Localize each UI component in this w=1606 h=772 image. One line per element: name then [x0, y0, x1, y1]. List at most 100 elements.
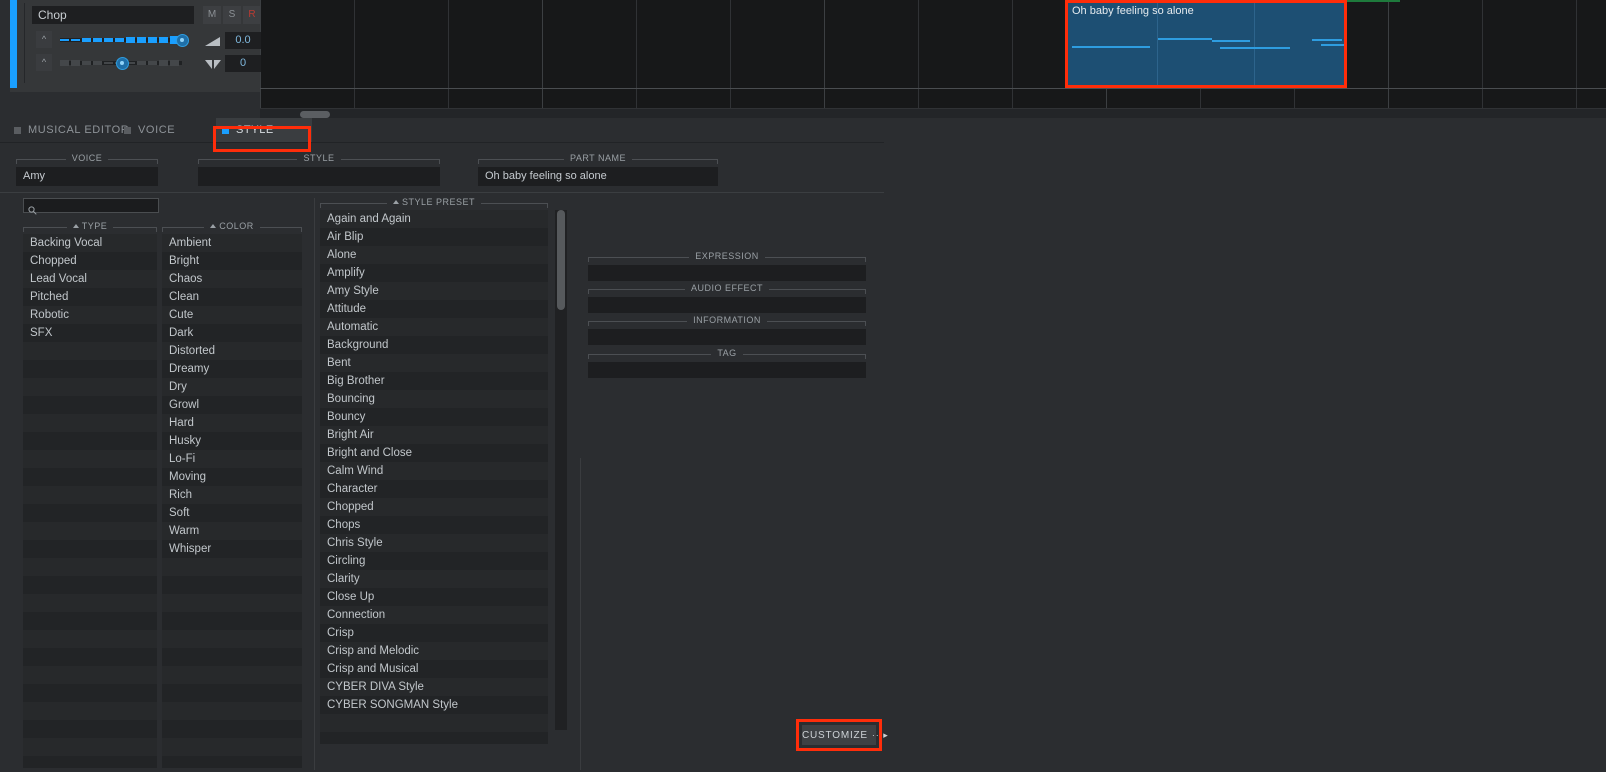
- list-item[interactable]: [23, 414, 157, 432]
- customize-button[interactable]: CUSTOMIZE ···▸: [802, 725, 888, 745]
- sort-ascending-icon[interactable]: [210, 223, 217, 228]
- style-field[interactable]: [198, 167, 440, 186]
- list-item[interactable]: [162, 576, 302, 594]
- list-item[interactable]: [162, 738, 302, 756]
- search-input[interactable]: [23, 198, 159, 215]
- list-item[interactable]: Distorted: [162, 342, 302, 360]
- list-item[interactable]: Big Brother: [320, 372, 548, 390]
- solo-button[interactable]: S: [223, 6, 241, 24]
- volume-fader[interactable]: [60, 34, 189, 47]
- list-item[interactable]: Chops: [320, 516, 548, 534]
- list-item[interactable]: Whisper: [162, 540, 302, 558]
- tab-voice[interactable]: VOICE: [118, 118, 189, 142]
- list-item[interactable]: Bouncy: [320, 408, 548, 426]
- list-item[interactable]: Bright and Close: [320, 444, 548, 462]
- list-item[interactable]: Calm Wind: [320, 462, 548, 480]
- list-item[interactable]: Dreamy: [162, 360, 302, 378]
- list-item[interactable]: Amplify: [320, 264, 548, 282]
- list-item[interactable]: Bouncing: [320, 390, 548, 408]
- style-preset-list[interactable]: Again and Again Air Blip Alone Amplify Amy S…: [320, 210, 548, 744]
- chevron-up-icon-volume[interactable]: ^: [36, 31, 52, 48]
- list-item[interactable]: [23, 720, 157, 738]
- list-item[interactable]: [23, 540, 157, 558]
- track-name-field[interactable]: Chop: [32, 6, 194, 24]
- list-item[interactable]: [23, 450, 157, 468]
- pan-fader[interactable]: [60, 57, 182, 70]
- list-item[interactable]: [23, 558, 157, 576]
- list-item[interactable]: Alone: [320, 246, 548, 264]
- style-preset-scrollbar[interactable]: [555, 210, 567, 730]
- list-item[interactable]: [162, 666, 302, 684]
- audio-effect-value[interactable]: [588, 297, 866, 313]
- list-item[interactable]: Dark: [162, 324, 302, 342]
- expression-value[interactable]: [588, 265, 866, 281]
- list-item[interactable]: Attitude: [320, 300, 548, 318]
- tab-style[interactable]: STYLE: [216, 118, 312, 142]
- list-item[interactable]: CYBER SONGMAN Style: [320, 696, 548, 714]
- timeline-scroll-thumb[interactable]: [300, 111, 330, 118]
- list-item[interactable]: [23, 756, 157, 768]
- list-item[interactable]: [23, 630, 157, 648]
- list-item[interactable]: Clarity: [320, 570, 548, 588]
- type-list[interactable]: Backing Vocal Chopped Lead Vocal Pitched Rob…: [23, 234, 157, 768]
- list-item[interactable]: [23, 342, 157, 360]
- list-item[interactable]: Circling: [320, 552, 548, 570]
- list-item[interactable]: [162, 756, 302, 768]
- list-item[interactable]: Cute: [162, 306, 302, 324]
- list-item[interactable]: [23, 468, 157, 486]
- list-item[interactable]: Rich: [162, 486, 302, 504]
- list-item[interactable]: Automatic: [320, 318, 548, 336]
- list-item[interactable]: Air Blip: [320, 228, 548, 246]
- list-item[interactable]: [162, 594, 302, 612]
- list-item[interactable]: [23, 486, 157, 504]
- pan-fader-knob[interactable]: [116, 57, 129, 70]
- timeline-grid[interactable]: [260, 0, 1606, 108]
- list-item[interactable]: Close Up: [320, 588, 548, 606]
- list-item[interactable]: Crisp and Musical: [320, 660, 548, 678]
- voice-field[interactable]: Amy: [16, 167, 158, 186]
- list-item[interactable]: Bright Air: [320, 426, 548, 444]
- list-item[interactable]: Dry: [162, 378, 302, 396]
- list-item[interactable]: Lead Vocal: [23, 270, 157, 288]
- list-item[interactable]: Crisp and Melodic: [320, 642, 548, 660]
- list-item[interactable]: Robotic: [23, 306, 157, 324]
- list-item[interactable]: Ambient: [162, 234, 302, 252]
- sort-ascending-icon[interactable]: [72, 223, 79, 228]
- tag-value[interactable]: [588, 362, 866, 378]
- list-item[interactable]: [23, 738, 157, 756]
- style-preset-scroll-thumb[interactable]: [557, 210, 565, 310]
- list-item[interactable]: Growl: [162, 396, 302, 414]
- part-name-field[interactable]: Oh baby feeling so alone: [478, 167, 718, 186]
- list-item[interactable]: [23, 396, 157, 414]
- information-value[interactable]: [588, 329, 866, 345]
- list-item[interactable]: [23, 666, 157, 684]
- list-item[interactable]: Again and Again: [320, 210, 548, 228]
- list-item[interactable]: Chopped: [320, 498, 548, 516]
- list-item[interactable]: [23, 432, 157, 450]
- list-item[interactable]: [23, 594, 157, 612]
- list-item[interactable]: Soft: [162, 504, 302, 522]
- list-item[interactable]: [23, 702, 157, 720]
- list-item[interactable]: [23, 504, 157, 522]
- list-item[interactable]: Bent: [320, 354, 548, 372]
- list-item[interactable]: Pitched: [23, 288, 157, 306]
- list-item[interactable]: Lo-Fi: [162, 450, 302, 468]
- list-item[interactable]: Bright: [162, 252, 302, 270]
- list-item[interactable]: Amy Style: [320, 282, 548, 300]
- list-item[interactable]: [23, 612, 157, 630]
- list-item[interactable]: Clean: [162, 288, 302, 306]
- list-item[interactable]: Connection: [320, 606, 548, 624]
- pan-value[interactable]: 0: [225, 55, 261, 72]
- sort-ascending-icon[interactable]: [392, 199, 399, 204]
- list-item[interactable]: Character: [320, 480, 548, 498]
- list-item[interactable]: SFX: [23, 324, 157, 342]
- color-list[interactable]: Ambient Bright Chaos Clean Cute Dark Distorted…: [162, 234, 302, 768]
- chevron-up-icon-pan[interactable]: ^: [36, 54, 52, 71]
- list-item[interactable]: Husky: [162, 432, 302, 450]
- list-item[interactable]: Warm: [162, 522, 302, 540]
- list-item[interactable]: [162, 684, 302, 702]
- mute-button[interactable]: M: [203, 6, 221, 24]
- list-item[interactable]: Moving: [162, 468, 302, 486]
- volume-fader-knob[interactable]: [176, 34, 189, 47]
- list-item[interactable]: [23, 522, 157, 540]
